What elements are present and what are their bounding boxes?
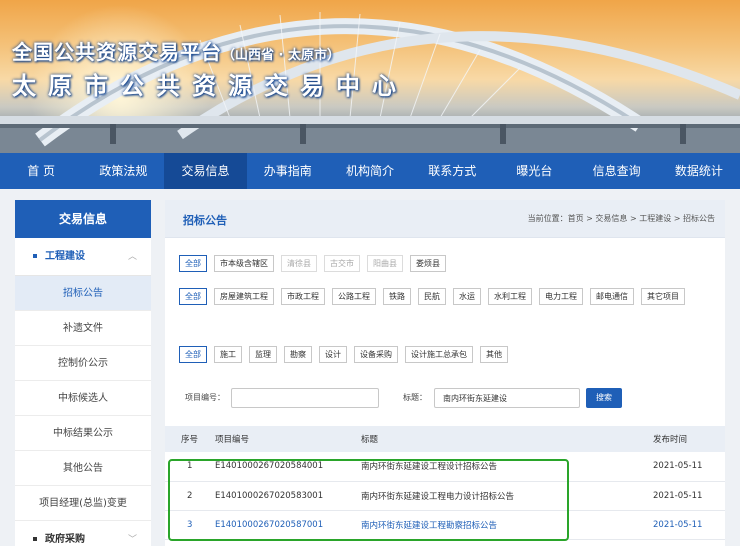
nav-contact[interactable]: 联系方式 bbox=[411, 153, 493, 189]
header-title: 标题 bbox=[361, 435, 379, 445]
filter-type-survey[interactable]: 勘察 bbox=[284, 346, 312, 363]
filter-type-all[interactable]: 全部 bbox=[179, 346, 207, 363]
filter-region-gujiao[interactable]: 古交市 bbox=[324, 255, 360, 272]
table-row[interactable]: 1 E1401000267020584001 南内环街东延建设工程设计招标公告 … bbox=[165, 452, 725, 481]
row-title-link[interactable]: 南内环街东延建设工程电力设计招标公告 bbox=[361, 481, 653, 510]
filter-category-railway[interactable]: 铁路 bbox=[383, 288, 411, 305]
row-title-link[interactable]: 南内环街东延建设工程设计招标公告 bbox=[361, 452, 653, 481]
panel-header: 招标公告 当前位置：首页 > 交易信息 > 工程建设 > 招标公告 bbox=[165, 200, 725, 238]
type-filter: 全部 施工 监理 勘察 设计 设备采购 设计施工总承包 其他 bbox=[179, 346, 714, 363]
platform-title: 全国公共资源交易平台（山西省 · 太原市） bbox=[12, 40, 340, 64]
filter-category-municipal[interactable]: 市政工程 bbox=[281, 288, 325, 305]
project-no-label: 项目编号： bbox=[185, 393, 225, 402]
sidebar-item-manager-change[interactable]: 项目经理(总监)变更 bbox=[15, 486, 151, 521]
sidebar-group-procurement[interactable]: 政府采购 ﹀ bbox=[15, 521, 151, 546]
search-button[interactable]: 搜索 bbox=[586, 388, 622, 408]
bullet-icon bbox=[33, 537, 37, 541]
sidebar-item-control-price[interactable]: 控制价公示 bbox=[15, 346, 151, 381]
sidebar-item-award-result[interactable]: 中标结果公示 bbox=[15, 416, 151, 451]
filter-category-highway[interactable]: 公路工程 bbox=[332, 288, 376, 305]
main-nav: 首 页 政策法规 交易信息 办事指南 机构简介 联系方式 曝光台 信息查询 数据… bbox=[0, 153, 740, 189]
header-banner: 全国公共资源交易平台（山西省 · 太原市） 太原市公共资源交易中心 bbox=[0, 0, 740, 153]
filter-type-other[interactable]: 其他 bbox=[480, 346, 508, 363]
row-date: 2021-05-11 bbox=[653, 490, 703, 501]
filter-region-loufan[interactable]: 娄烦县 bbox=[410, 255, 446, 272]
row-no: 1 bbox=[187, 461, 193, 472]
filter-category-aviation[interactable]: 民航 bbox=[418, 288, 446, 305]
row-title-link[interactable]: 南内环街东延建设工程勘察招标公告 bbox=[361, 510, 653, 539]
header-date: 发布时间 bbox=[653, 435, 688, 445]
title-label: 标题： bbox=[403, 393, 427, 402]
center-title: 太原市公共资源交易中心 bbox=[12, 72, 408, 100]
row-project-no: E1401000267020587001 bbox=[215, 519, 324, 530]
filter-category-power[interactable]: 电力工程 bbox=[539, 288, 583, 305]
filter-type-construction[interactable]: 施工 bbox=[214, 346, 242, 363]
header-no: 序号 bbox=[181, 435, 199, 445]
bullet-icon bbox=[33, 254, 37, 258]
main-panel: 招标公告 当前位置：首页 > 交易信息 > 工程建设 > 招标公告 全部 市本级… bbox=[165, 200, 725, 546]
project-no-input[interactable] bbox=[231, 388, 379, 408]
nav-home[interactable]: 首 页 bbox=[0, 153, 82, 189]
filter-type-epc[interactable]: 设计施工总承包 bbox=[405, 346, 473, 363]
filter-type-design[interactable]: 设计 bbox=[319, 346, 347, 363]
row-date: 2021-05-11 bbox=[653, 519, 703, 530]
nav-trade-info[interactable]: 交易信息 bbox=[164, 153, 247, 189]
row-no: 2 bbox=[187, 490, 193, 501]
title-input[interactable] bbox=[434, 388, 580, 408]
sidebar-item-addendum[interactable]: 补遗文件 bbox=[15, 311, 151, 346]
region-filter: 全部 市本级含辖区 清徐县 古交市 阳曲县 娄烦县 bbox=[179, 255, 714, 272]
sidebar-title: 交易信息 bbox=[15, 200, 151, 238]
nav-about[interactable]: 机构简介 bbox=[329, 153, 411, 189]
search-bar: 项目编号： 标题： 搜索 bbox=[185, 388, 705, 408]
filter-type-supervision[interactable]: 监理 bbox=[249, 346, 277, 363]
category-filter: 全部 房屋建筑工程 市政工程 公路工程 铁路 民航 水运 水利工程 电力工程 邮… bbox=[179, 288, 714, 305]
nav-exposure[interactable]: 曝光台 bbox=[493, 153, 575, 189]
filter-region-yangqu[interactable]: 阳曲县 bbox=[367, 255, 403, 272]
filter-region-qingxu[interactable]: 清徐县 bbox=[281, 255, 317, 272]
filter-category-waterway[interactable]: 水运 bbox=[453, 288, 481, 305]
header-project-no: 项目编号 bbox=[215, 435, 250, 445]
chevron-down-icon: ﹀ bbox=[127, 535, 137, 545]
nav-statistics[interactable]: 数据统计 bbox=[658, 153, 740, 189]
sidebar-item-other-notice[interactable]: 其他公告 bbox=[15, 451, 151, 486]
table-row[interactable]: 2 E1401000267020583001 南内环街东延建设工程电力设计招标公… bbox=[165, 481, 725, 510]
sidebar-item-tender-notice[interactable]: 招标公告 bbox=[15, 276, 151, 311]
filter-category-telecom[interactable]: 邮电通信 bbox=[590, 288, 634, 305]
table-row[interactable]: 3 E1401000267020587001 南内环街东延建设工程勘察招标公告 … bbox=[165, 510, 725, 539]
results-table: 序号 项目编号 标题 发布时间 1 E1401000267020584001 南… bbox=[165, 426, 725, 540]
filter-region-city[interactable]: 市本级含辖区 bbox=[214, 255, 274, 272]
filter-type-equipment[interactable]: 设备采购 bbox=[354, 346, 398, 363]
filter-category-building[interactable]: 房屋建筑工程 bbox=[214, 288, 274, 305]
row-date: 2021-05-11 bbox=[653, 461, 703, 472]
breadcrumb: 当前位置：首页 > 交易信息 > 工程建设 > 招标公告 bbox=[527, 214, 715, 223]
nav-query[interactable]: 信息查询 bbox=[576, 153, 658, 189]
sidebar-item-candidates[interactable]: 中标候选人 bbox=[15, 381, 151, 416]
chevron-up-icon: ︿ bbox=[127, 252, 137, 262]
filter-category-all[interactable]: 全部 bbox=[179, 288, 207, 305]
nav-guide[interactable]: 办事指南 bbox=[247, 153, 329, 189]
filter-region-all[interactable]: 全部 bbox=[179, 255, 207, 272]
table-header-row: 序号 项目编号 标题 发布时间 bbox=[165, 426, 725, 452]
row-project-no: E1401000267020583001 bbox=[215, 490, 324, 501]
page-title: 招标公告 bbox=[183, 214, 227, 227]
sidebar: 交易信息 工程建设 ︿ 招标公告 补遗文件 控制价公示 中标候选人 中标结果公示… bbox=[15, 200, 151, 546]
sidebar-group-engineering[interactable]: 工程建设 ︿ bbox=[15, 238, 151, 276]
row-project-no: E1401000267020584001 bbox=[215, 461, 324, 472]
filter-category-hydraulic[interactable]: 水利工程 bbox=[488, 288, 532, 305]
nav-policy[interactable]: 政策法规 bbox=[82, 153, 164, 189]
row-no: 3 bbox=[187, 519, 193, 530]
filter-category-other[interactable]: 其它项目 bbox=[641, 288, 685, 305]
